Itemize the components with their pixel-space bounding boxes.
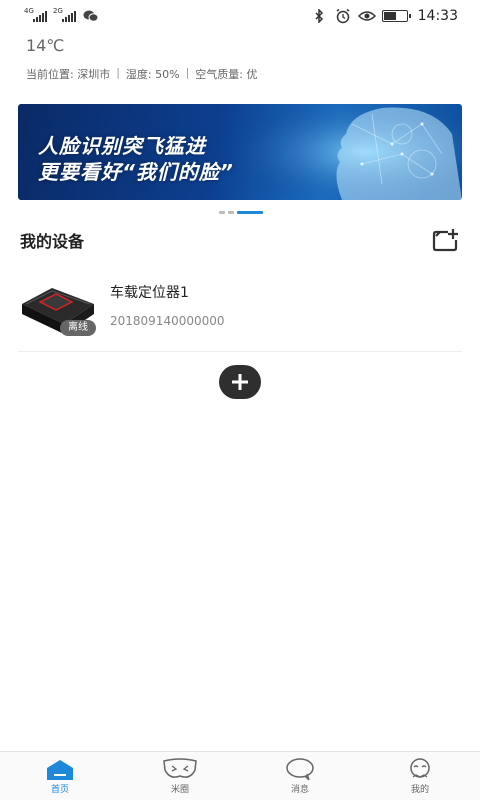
- nav-label: 米圈: [170, 785, 189, 795]
- nav-label: 消息: [290, 785, 309, 795]
- bluetooth-icon: [310, 8, 328, 24]
- network-type-label: 4G: [24, 7, 34, 15]
- page-dot-active[interactable]: [237, 211, 263, 214]
- device-card[interactable]: 离线 车载定位器1 201809140000000: [18, 270, 462, 352]
- plus-icon: [232, 374, 248, 390]
- mask-icon: [163, 758, 197, 778]
- nav-label: 首页: [50, 785, 69, 795]
- nav-mi-circle[interactable]: 米圈: [120, 752, 240, 800]
- air-quality-label: 空气质量: 优: [195, 68, 258, 81]
- nav-messages[interactable]: 消息: [240, 752, 360, 800]
- page-dot[interactable]: [219, 211, 225, 214]
- nav-label: 我的: [410, 785, 429, 795]
- clock: 14:33: [417, 8, 458, 24]
- face-graphic: [222, 104, 462, 200]
- separator: |: [185, 66, 190, 79]
- signal-icon: 2G: [53, 7, 76, 22]
- eye-icon: [357, 8, 376, 24]
- banner-subheadline: 更要看好“我们的脸”: [38, 160, 234, 184]
- device-name: 车载定位器1: [110, 285, 189, 301]
- battery-icon: [381, 10, 411, 22]
- banner-pagination: [219, 211, 263, 214]
- section-title: 我的设备: [20, 232, 85, 251]
- alarm-icon: [334, 8, 352, 24]
- profile-icon: [410, 758, 430, 778]
- banner-headline: 人脸识别突飞猛进: [38, 134, 206, 158]
- add-device-button[interactable]: [219, 365, 261, 399]
- weather-info: 当前位置: 深圳市 | 湿度: 50% | 空气质量: 优: [26, 66, 258, 82]
- location-label: 当前位置: 深圳市: [26, 68, 111, 81]
- wechat-icon: [82, 8, 100, 24]
- promo-banner[interactable]: 人脸识别突飞猛进 更要看好“我们的脸”: [18, 104, 462, 200]
- home-icon: [47, 760, 73, 780]
- add-device-icon[interactable]: [432, 228, 460, 252]
- device-id: 201809140000000: [110, 314, 225, 328]
- nav-home[interactable]: 首页: [0, 752, 120, 800]
- humidity-label: 湿度: 50%: [125, 68, 180, 81]
- nav-profile[interactable]: 我的: [360, 752, 480, 800]
- chat-bubble-icon: [286, 758, 314, 780]
- status-badge: 离线: [60, 320, 96, 336]
- page-dot[interactable]: [228, 211, 234, 214]
- separator: |: [116, 66, 120, 79]
- network-type-label: 2G: [53, 7, 63, 15]
- signal-icon: 4G: [24, 7, 47, 22]
- bottom-nav: 首页 米圈 消息 我的: [0, 751, 480, 800]
- status-bar: 4G 2G 14:33: [0, 0, 480, 32]
- temperature: 14℃: [26, 36, 65, 55]
